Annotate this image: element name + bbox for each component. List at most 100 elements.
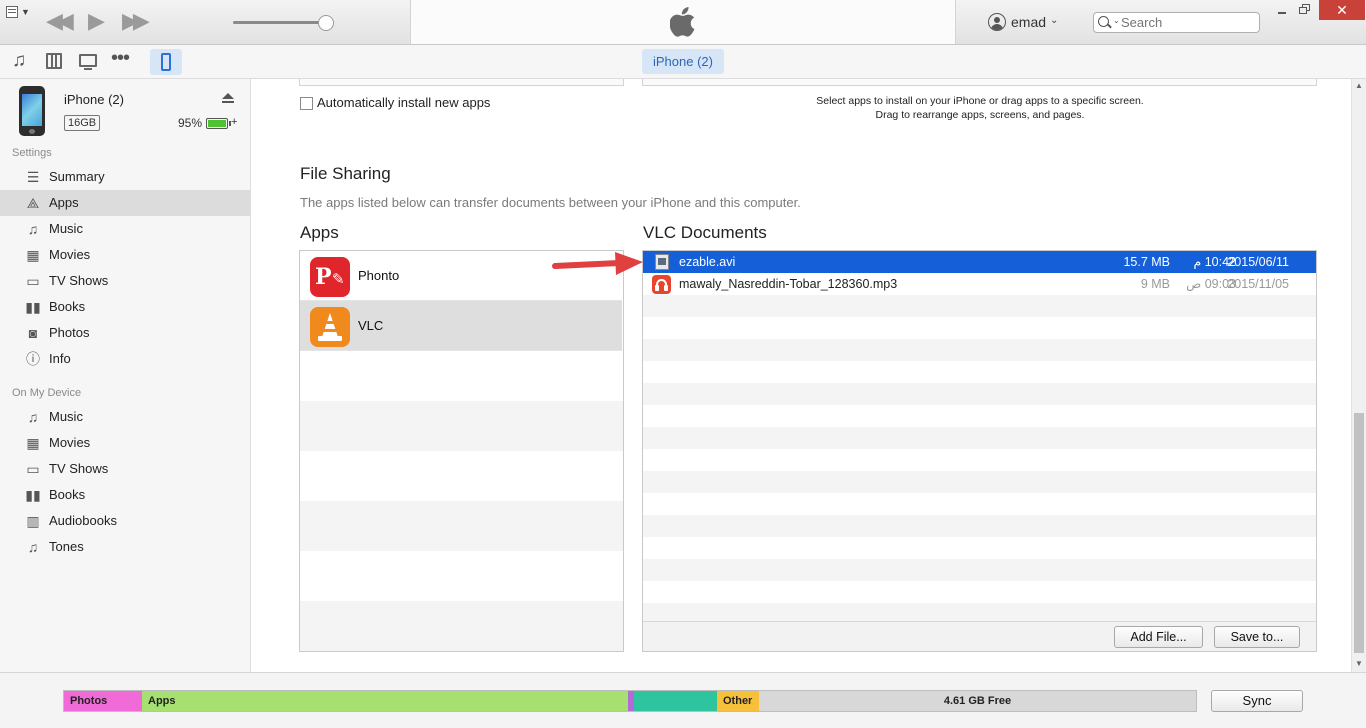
- sidebar: iPhone (2) 16GB 95% + Settings ☰ Summary…: [0, 79, 251, 672]
- sidebar-item-photos[interactable]: ◙ Photos: [0, 320, 250, 346]
- apps-column-header: Apps: [300, 223, 339, 242]
- sidebar-item-label: Books: [49, 487, 86, 502]
- user-name: emad: [1011, 14, 1047, 30]
- fast-forward-icon[interactable]: ▶▶: [122, 10, 150, 32]
- empty-row: [643, 515, 1316, 537]
- empty-row: [300, 501, 623, 551]
- vertical-scrollbar[interactable]: ▲ ▼: [1351, 79, 1366, 672]
- add-file-button[interactable]: Add File...: [1114, 626, 1203, 648]
- battery-percent: 95%: [178, 116, 203, 130]
- film-icon[interactable]: [46, 53, 62, 69]
- sidebar-item-label: TV Shows: [49, 461, 109, 476]
- rewind-icon[interactable]: ◀◀: [46, 10, 74, 32]
- film-icon: ▦: [26, 247, 40, 263]
- empty-row: [300, 351, 623, 401]
- restore-button[interactable]: [1298, 2, 1314, 16]
- storage-bar-area: Photos Apps Other 4.61 GB Free Sync: [0, 672, 1366, 728]
- device-button[interactable]: [150, 49, 182, 75]
- empty-row: [643, 383, 1316, 405]
- sidebar-item-movies[interactable]: ▦ Movies: [0, 242, 250, 268]
- book-icon: ▮▮: [25, 299, 41, 315]
- sidebar-item-label: Music: [49, 221, 83, 236]
- empty-row: [300, 551, 623, 601]
- search-input[interactable]: [1121, 14, 1256, 31]
- sidebar-item-label: Tones: [49, 539, 84, 554]
- volume-slider[interactable]: [233, 15, 334, 31]
- scroll-down-arrow[interactable]: ▼: [1355, 659, 1363, 668]
- music-note-icon: ♫: [27, 409, 39, 425]
- empty-row: [643, 493, 1316, 515]
- scroll-up-arrow[interactable]: ▲: [1355, 81, 1363, 90]
- status-display: [410, 0, 956, 44]
- documents-column-header: VLC Documents: [643, 223, 767, 242]
- music-note-icon[interactable]: ♫: [12, 51, 26, 71]
- sidebar-item-device-music[interactable]: ♫ Music: [0, 404, 250, 430]
- sidebar-item-info[interactable]: ⓘ Info: [0, 346, 250, 372]
- close-button[interactable]: ✕: [1319, 0, 1365, 20]
- sidebar-item-summary[interactable]: ☰ Summary: [0, 164, 250, 190]
- table-row[interactable]: ezable.avi 15.7 MB 10:42 م 2015/06/11: [643, 251, 1316, 273]
- storage-segment-other-media: [634, 691, 717, 711]
- main-content: Automatically install new apps Select ap…: [251, 79, 1351, 672]
- minimize-button[interactable]: [1276, 2, 1290, 16]
- empty-row: [643, 339, 1316, 361]
- device-tab[interactable]: iPhone (2): [642, 49, 724, 74]
- sidebar-item-label: Books: [49, 299, 86, 314]
- search-field[interactable]: ⌄: [1093, 12, 1260, 33]
- table-row[interactable]: mawaly_Nasreddin-Tobar_128360.mp3 9 MB 0…: [643, 273, 1316, 295]
- device-name: iPhone (2): [64, 92, 124, 107]
- annotation-arrow: [552, 252, 643, 275]
- file-sharing-description: The apps listed below can transfer docum…: [300, 195, 801, 210]
- sidebar-item-apps[interactable]: ⟁ Apps: [0, 190, 250, 216]
- storage-free-label: 4.61 GB Free: [759, 691, 1196, 711]
- music-note-icon: ♫: [27, 221, 39, 237]
- eject-icon[interactable]: [222, 93, 234, 105]
- tv-icon[interactable]: [79, 54, 97, 70]
- tv-icon: ▭: [26, 461, 40, 477]
- audiobook-icon: ▥: [26, 513, 40, 529]
- play-icon[interactable]: ▶: [88, 9, 105, 33]
- sidebar-item-device-tones[interactable]: ♫ Tones: [0, 534, 250, 560]
- scroll-thumb[interactable]: [1354, 413, 1364, 653]
- sidebar-item-device-audiobooks[interactable]: ▥ Audiobooks: [0, 508, 250, 534]
- empty-row: [643, 471, 1316, 493]
- apps-icon: ⟁: [26, 195, 40, 211]
- sidebar-item-device-movies[interactable]: ▦ Movies: [0, 430, 250, 456]
- camera-icon: ◙: [28, 325, 38, 341]
- sidebar-item-label: TV Shows: [49, 273, 109, 288]
- sidebar-item-device-tv-shows[interactable]: ▭ TV Shows: [0, 456, 250, 482]
- vlc-documents-list: ezable.avi 15.7 MB 10:42 م 2015/06/11 ma…: [642, 250, 1317, 652]
- empty-row: [643, 449, 1316, 471]
- vlc-app-icon: [310, 307, 350, 347]
- window-menu-icon[interactable]: ▼: [6, 6, 32, 20]
- on-my-device-header: On My Device: [12, 387, 82, 399]
- media-kind-bar: ♫ ••• iPhone (2): [0, 45, 1366, 79]
- storage-segment-apps: Apps: [142, 691, 628, 711]
- charging-icon: +: [231, 116, 238, 128]
- empty-row: [300, 601, 623, 651]
- sidebar-item-device-books[interactable]: ▮▮ Books: [0, 482, 250, 508]
- tv-icon: ▭: [26, 273, 40, 289]
- iphone-icon: [161, 53, 171, 71]
- sidebar-item-music[interactable]: ♫ Music: [0, 216, 250, 242]
- more-icon[interactable]: •••: [111, 47, 130, 69]
- save-to-button[interactable]: Save to...: [1214, 626, 1300, 648]
- sidebar-item-label: Movies: [49, 435, 91, 450]
- sidebar-item-tv-shows[interactable]: ▭ TV Shows: [0, 268, 250, 294]
- app-name: Phonto: [358, 268, 400, 283]
- video-file-icon: [655, 254, 669, 270]
- bell-icon: ♫: [27, 539, 39, 555]
- empty-row: [300, 451, 623, 501]
- volume-knob[interactable]: [318, 15, 334, 31]
- auto-install-checkbox[interactable]: [300, 97, 313, 110]
- book-icon: ▮▮: [25, 487, 41, 503]
- list-item-vlc[interactable]: VLC: [300, 301, 622, 351]
- info-icon: ⓘ: [26, 351, 40, 367]
- file-sharing-apps-list: P ✎ Phonto VLC: [299, 250, 624, 652]
- sync-button[interactable]: Sync: [1211, 690, 1303, 712]
- empty-row: [643, 405, 1316, 427]
- file-size: 9 MB: [1140, 277, 1170, 291]
- empty-row: [643, 559, 1316, 581]
- documents-footer: Add File... Save to...: [643, 621, 1316, 651]
- sidebar-item-books[interactable]: ▮▮ Books: [0, 294, 250, 320]
